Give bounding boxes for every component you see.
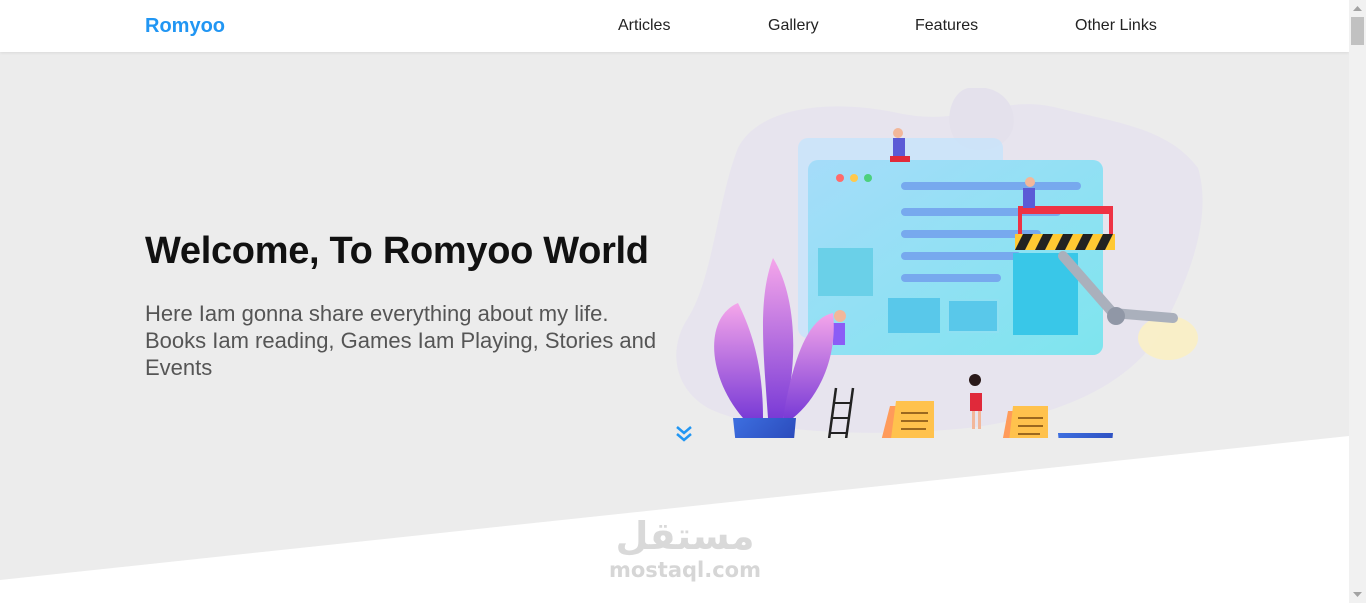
- watermark-arabic: مستقل: [615, 514, 755, 558]
- scroll-up-arrow-icon[interactable]: [1349, 0, 1366, 17]
- hero-description: Here Iam gonna share everything about my…: [145, 301, 657, 380]
- vertical-scrollbar[interactable]: [1349, 0, 1366, 603]
- hero-title: Welcome, To Romyoo World: [145, 230, 649, 272]
- landing-section: Welcome, To Romyoo World Here Iam gonna …: [0, 52, 1349, 603]
- main-nav: Articles Gallery Features Other Links: [0, 17, 1349, 37]
- double-chevron-down-icon[interactable]: [674, 424, 694, 444]
- watermark-latin: mostaql.com: [609, 558, 761, 582]
- nav-link-other-links[interactable]: Other Links: [1075, 17, 1157, 35]
- page: Romyoo Articles Gallery Features Other L…: [0, 0, 1349, 603]
- scrollbar-thumb[interactable]: [1351, 17, 1364, 45]
- web-builders-illustration: [676, 88, 1203, 438]
- watermark: مستقل mostaql.com: [600, 514, 770, 582]
- scroll-down-arrow-icon[interactable]: [1349, 586, 1366, 603]
- nav-link-gallery[interactable]: Gallery: [768, 17, 819, 35]
- nav-link-features[interactable]: Features: [915, 17, 978, 35]
- header: Romyoo Articles Gallery Features Other L…: [0, 0, 1349, 52]
- nav-link-articles[interactable]: Articles: [618, 17, 670, 35]
